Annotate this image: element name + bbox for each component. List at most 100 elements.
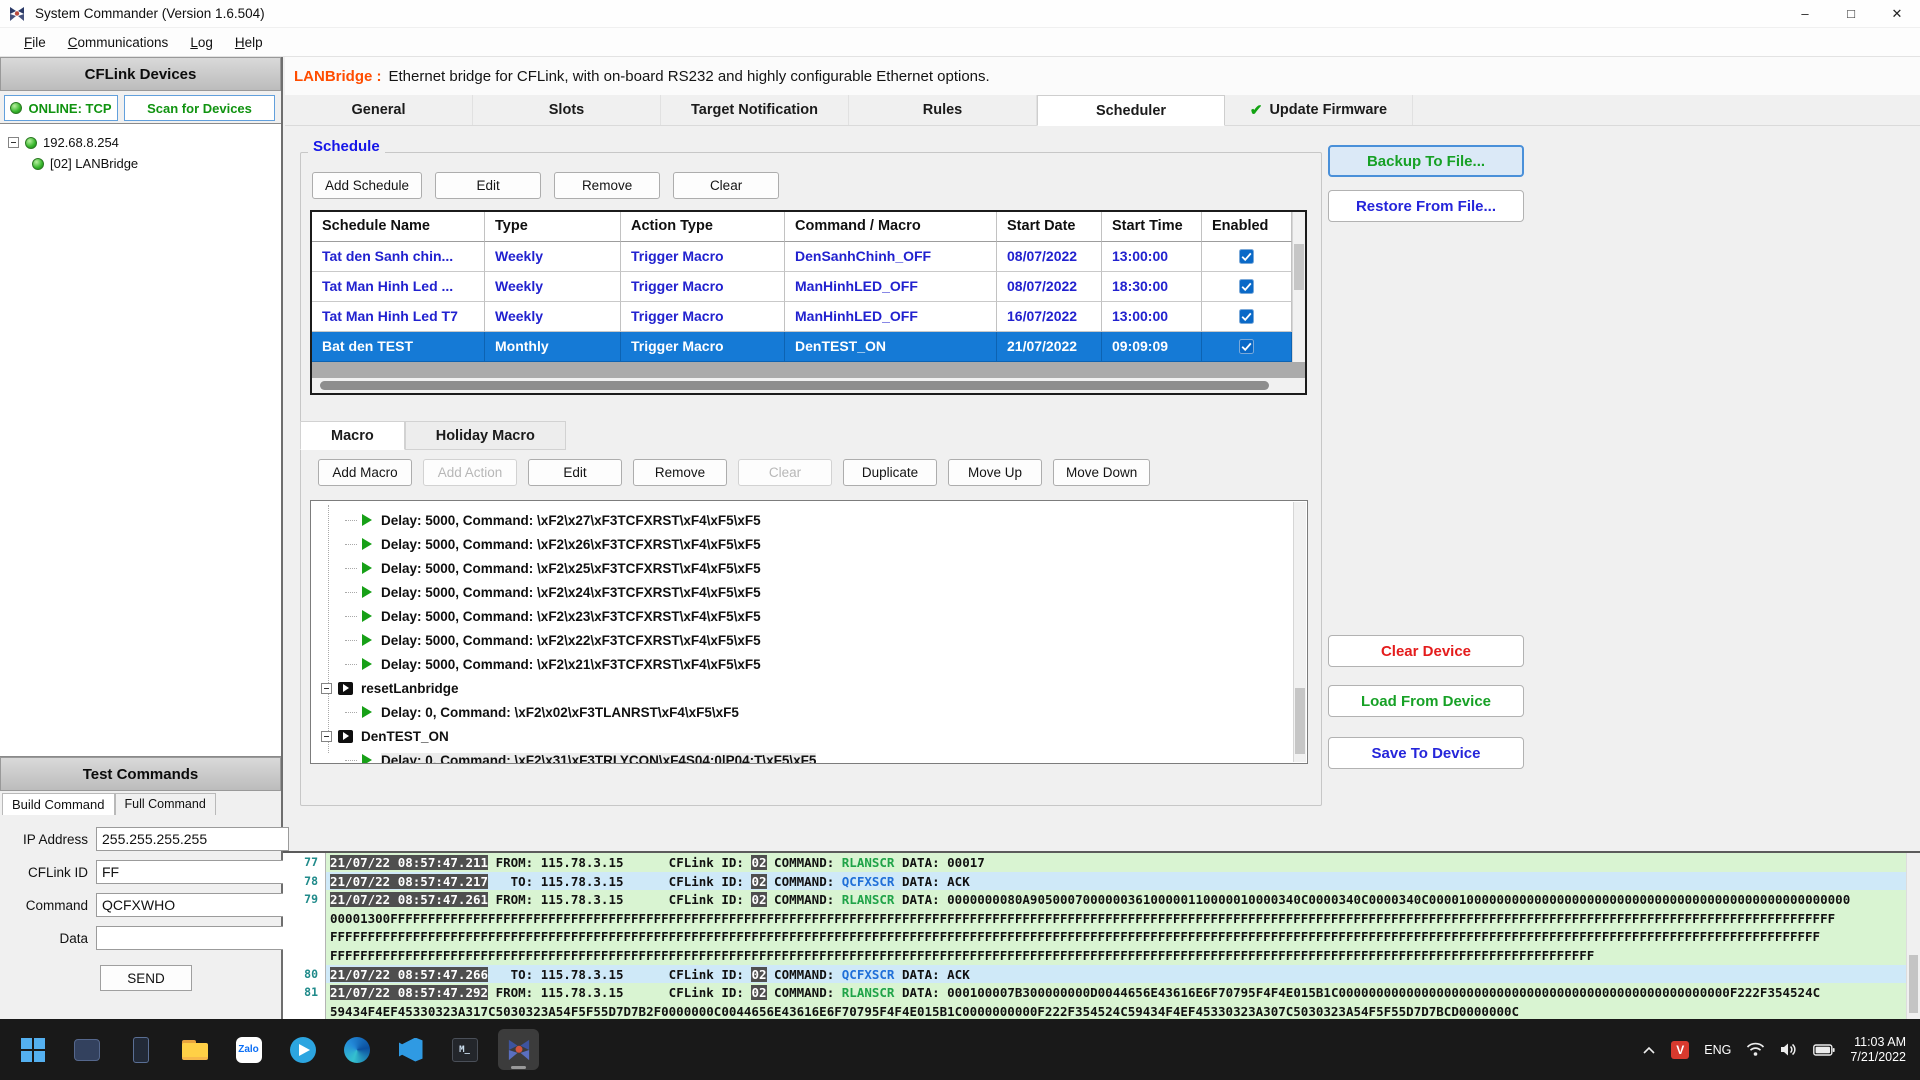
macro-tree-item[interactable]: Delay: 5000, Command: \xF2\x24\xF3TCFXRS… [311, 580, 1307, 604]
tc-tab-full-command[interactable]: Full Command [115, 793, 216, 815]
tab-slots[interactable]: Slots [473, 95, 661, 125]
maximize-button[interactable]: □ [1828, 0, 1874, 27]
edit-button[interactable]: Edit [435, 172, 541, 199]
scan-for-devices-button[interactable]: Scan for Devices [124, 95, 275, 121]
cflink-id-input[interactable] [96, 860, 289, 884]
remove-button[interactable]: Remove [554, 172, 660, 199]
collapse-icon[interactable] [321, 731, 332, 742]
log-row[interactable]: FFFFFFFFFFFFFFFFFFFFFFFFFFFFFFFFFFFFFFFF… [283, 946, 1920, 965]
column-header-start-date[interactable]: Start Date [997, 212, 1102, 242]
log-row[interactable]: 7721/07/22 08:57:47.211 FROM: 115.78.3.1… [283, 853, 1920, 872]
battery-icon[interactable] [1813, 1044, 1835, 1056]
column-header-type[interactable]: Type [485, 212, 621, 242]
macro-tree-item[interactable]: Delay: 0, Command: \xF2\x31\xF3TRLYCON\x… [311, 748, 1307, 764]
enabled-checkbox[interactable] [1239, 279, 1254, 294]
minimize-button[interactable]: – [1782, 0, 1828, 27]
taskbar-icon-terminal[interactable]: M_ [444, 1029, 485, 1070]
command-input[interactable] [96, 893, 289, 917]
ip-address-input[interactable] [96, 827, 289, 851]
schedule-table-vertical-scrollbar[interactable] [1292, 212, 1305, 362]
collapse-icon[interactable] [321, 683, 332, 694]
column-header-start-time[interactable]: Start Time [1102, 212, 1202, 242]
log-row[interactable]: 59434F4EF45330323A317C5030323A54F5F55D7D… [283, 1002, 1920, 1019]
duplicate-button[interactable]: Duplicate [843, 459, 937, 486]
wifi-icon[interactable] [1746, 1042, 1765, 1057]
log-row[interactable]: 00001300FFFFFFFFFFFFFFFFFFFFFFFFFFFFFFFF… [283, 909, 1920, 928]
schedule-table-horizontal-scrollbar[interactable] [312, 378, 1305, 393]
log-row[interactable]: 7921/07/22 08:57:47.261 FROM: 115.78.3.1… [283, 890, 1920, 909]
send-button[interactable]: SEND [100, 965, 192, 991]
column-header-command-macro[interactable]: Command / Macro [785, 212, 997, 242]
tab-scheduler[interactable]: Scheduler [1037, 95, 1225, 126]
device-tree-item-lanbridge[interactable]: [02] LANBridge [8, 153, 281, 174]
volume-icon[interactable] [1780, 1042, 1798, 1057]
macro-tree-item[interactable]: Delay: 0, Command: \xF2\x02\xF3TLANRST\x… [311, 700, 1307, 724]
collapse-icon[interactable] [8, 137, 19, 148]
macro-tab-macro[interactable]: Macro [300, 421, 405, 450]
remove-button[interactable]: Remove [633, 459, 727, 486]
taskbar-icon-edge[interactable] [336, 1029, 377, 1070]
log-row[interactable]: FFFFFFFFFFFFFFFFFFFFFFFFFFFFFFFFFFFFFFFF… [283, 927, 1920, 946]
edit-button[interactable]: Edit [528, 459, 622, 486]
move-down-button[interactable]: Move Down [1053, 459, 1150, 486]
taskbar-clock[interactable]: 11:03 AM 7/21/2022 [1850, 1035, 1906, 1065]
macro-tree-item[interactable]: Delay: 5000, Command: \xF2\x27\xF3TCFXRS… [311, 508, 1307, 532]
taskbar-icon-file-explorer[interactable] [174, 1029, 215, 1070]
restore-from-file-button[interactable]: Restore From File... [1328, 190, 1524, 222]
language-indicator[interactable]: ENG [1704, 1043, 1731, 1057]
tab-rules[interactable]: Rules [849, 95, 1037, 125]
taskbar-icon-phone-link[interactable] [120, 1029, 161, 1070]
save-to-device-button[interactable]: Save To Device [1328, 737, 1524, 769]
load-from-device-button[interactable]: Load From Device [1328, 685, 1524, 717]
log-vertical-scrollbar[interactable] [1906, 853, 1920, 1019]
macro-list-vertical-scrollbar[interactable] [1293, 502, 1306, 762]
log-row[interactable]: 8021/07/22 08:57:47.266 TO: 115.78.3.15 … [283, 965, 1920, 984]
tray-overflow-chevron-icon[interactable] [1642, 1045, 1656, 1055]
macro-tree-item[interactable]: Delay: 5000, Command: \xF2\x23\xF3TCFXRS… [311, 604, 1307, 628]
menu-item-file[interactable]: File [13, 31, 57, 54]
tab-update-firmware[interactable]: ✔Update Firmware [1225, 95, 1413, 125]
enabled-checkbox[interactable] [1239, 339, 1254, 354]
move-up-button[interactable]: Move Up [948, 459, 1042, 486]
menu-item-communications[interactable]: Communications [57, 31, 180, 54]
macro-tree-item[interactable]: Delay: 5000, Command: \xF2\x26\xF3TCFXRS… [311, 532, 1307, 556]
menu-item-help[interactable]: Help [224, 31, 274, 54]
taskbar-icon-keyboard-app[interactable] [66, 1029, 107, 1070]
online-status-button[interactable]: ONLINE: TCP [4, 95, 118, 121]
tab-target-notification[interactable]: Target Notification [661, 95, 849, 125]
macro-tree-item[interactable]: Delay: 5000, Command: \xF2\x22\xF3TCFXRS… [311, 628, 1307, 652]
taskbar-icon-vscode[interactable] [390, 1029, 431, 1070]
tc-tab-build-command[interactable]: Build Command [2, 793, 115, 815]
log-row[interactable]: 8121/07/22 08:57:47.292 FROM: 115.78.3.1… [283, 983, 1920, 1002]
column-header-schedule-name[interactable]: Schedule Name [312, 212, 485, 242]
macro-tree-item[interactable]: resetLanbridge [311, 676, 1307, 700]
tab-general[interactable]: General [285, 95, 473, 125]
column-header-action-type[interactable]: Action Type [621, 212, 785, 242]
macro-tree-item[interactable]: Delay: 5000, Command: \xF2\x21\xF3TCFXRS… [311, 652, 1307, 676]
clear-button[interactable]: Clear [673, 172, 779, 199]
taskbar-icon-start[interactable] [12, 1029, 53, 1070]
enabled-checkbox[interactable] [1239, 249, 1254, 264]
table-row[interactable]: Tat Man Hinh Led T7WeeklyTrigger MacroMa… [312, 302, 1305, 332]
table-row[interactable]: Bat den TESTMonthlyTrigger MacroDenTEST_… [312, 332, 1305, 362]
clear-device-button[interactable]: Clear Device [1328, 635, 1524, 667]
backup-to-file-button[interactable]: Backup To File... [1328, 145, 1524, 177]
add-action-button[interactable]: Add Action [423, 459, 517, 486]
macro-tree-item[interactable]: Delay: 5000, Command: \xF2\x25\xF3TCFXRS… [311, 556, 1307, 580]
unikey-icon[interactable]: V [1671, 1041, 1689, 1059]
scrollbar-thumb[interactable] [320, 381, 1269, 390]
taskbar-icon-telegram[interactable] [282, 1029, 323, 1070]
device-tree-root[interactable]: 192.68.8.254 [8, 132, 281, 153]
close-button[interactable]: ✕ [1874, 0, 1920, 27]
add-macro-button[interactable]: Add Macro [318, 459, 412, 486]
log-row[interactable]: 7821/07/22 08:57:47.217 TO: 115.78.3.15 … [283, 872, 1920, 891]
taskbar-icon-system-commander[interactable] [498, 1029, 539, 1070]
data-input[interactable] [96, 926, 289, 950]
table-row[interactable]: Tat den Sanh chin...WeeklyTrigger MacroD… [312, 242, 1305, 272]
table-row[interactable]: Tat Man Hinh Led ...WeeklyTrigger MacroM… [312, 272, 1305, 302]
enabled-checkbox[interactable] [1239, 309, 1254, 324]
clear-button[interactable]: Clear [738, 459, 832, 486]
macro-tab-holiday-macro[interactable]: Holiday Macro [405, 421, 566, 450]
menu-item-log[interactable]: Log [179, 31, 224, 54]
column-header-enabled[interactable]: Enabled [1202, 212, 1292, 242]
